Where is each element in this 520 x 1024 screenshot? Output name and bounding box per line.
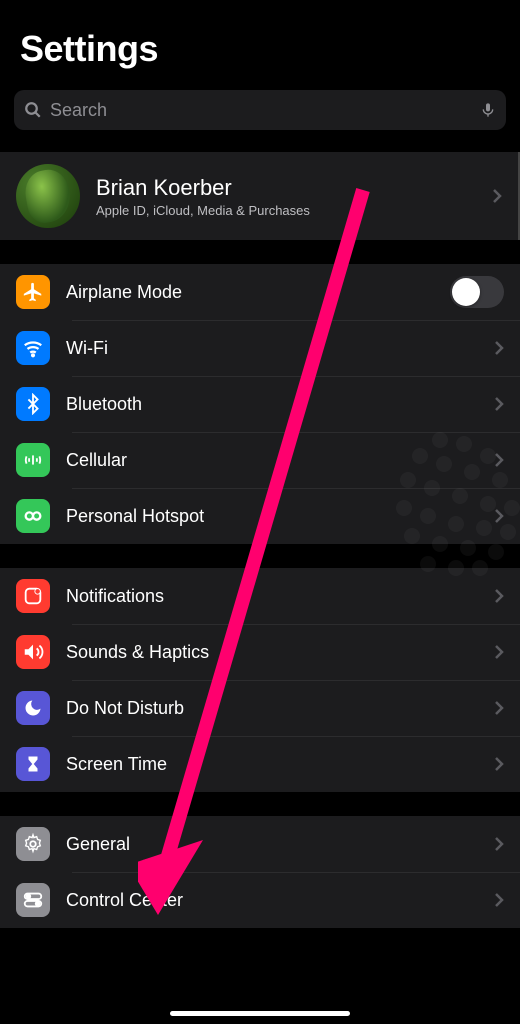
account-name: Brian Koerber [96, 175, 476, 201]
screentime-row[interactable]: Screen Time [0, 736, 520, 792]
chevron-right-icon [494, 588, 504, 604]
chevron-right-icon [494, 452, 504, 468]
search-icon [24, 101, 42, 119]
hotspot-icon [16, 499, 50, 533]
general-label: General [66, 834, 478, 855]
hotspot-row[interactable]: Personal Hotspot [0, 488, 520, 544]
airplane-icon [16, 275, 50, 309]
search-input[interactable] [50, 100, 472, 121]
notifications-label: Notifications [66, 586, 478, 607]
avatar [16, 164, 80, 228]
control-center-label: Control Center [66, 890, 478, 911]
notifications-section: Notifications Sounds & Haptics Do Not Di… [0, 568, 520, 792]
hotspot-label: Personal Hotspot [66, 506, 478, 527]
chevron-right-icon [492, 188, 502, 204]
chevron-right-icon [494, 756, 504, 772]
hourglass-icon [16, 747, 50, 781]
account-subtitle: Apple ID, iCloud, Media & Purchases [96, 203, 476, 218]
general-section: General Control Center [0, 816, 520, 928]
mic-icon[interactable] [480, 99, 496, 121]
wifi-label: Wi-Fi [66, 338, 478, 359]
connectivity-section: Airplane Mode Wi-Fi Bluetooth Cellular [0, 264, 520, 544]
sounds-label: Sounds & Haptics [66, 642, 478, 663]
control-center-row[interactable]: Control Center [0, 872, 520, 928]
account-row[interactable]: Brian Koerber Apple ID, iCloud, Media & … [0, 152, 520, 240]
bluetooth-row[interactable]: Bluetooth [0, 376, 520, 432]
wifi-row[interactable]: Wi-Fi [0, 320, 520, 376]
moon-icon [16, 691, 50, 725]
notifications-row[interactable]: Notifications [0, 568, 520, 624]
page-title: Settings [20, 28, 500, 70]
chevron-right-icon [494, 340, 504, 356]
chevron-right-icon [494, 836, 504, 852]
notifications-icon [16, 579, 50, 613]
cellular-row[interactable]: Cellular [0, 432, 520, 488]
cellular-icon [16, 443, 50, 477]
dnd-row[interactable]: Do Not Disturb [0, 680, 520, 736]
airplane-label: Airplane Mode [66, 282, 434, 303]
bluetooth-icon [16, 387, 50, 421]
gear-icon [16, 827, 50, 861]
home-indicator[interactable] [170, 1011, 350, 1016]
airplane-mode-row[interactable]: Airplane Mode [0, 264, 520, 320]
search-bar[interactable] [14, 90, 506, 130]
sounds-icon [16, 635, 50, 669]
airplane-toggle[interactable] [450, 276, 504, 308]
chevron-right-icon [494, 508, 504, 524]
toggles-icon [16, 883, 50, 917]
dnd-label: Do Not Disturb [66, 698, 478, 719]
screentime-label: Screen Time [66, 754, 478, 775]
settings-header: Settings [0, 0, 520, 82]
cellular-label: Cellular [66, 450, 478, 471]
account-text: Brian Koerber Apple ID, iCloud, Media & … [96, 175, 476, 218]
general-row[interactable]: General [0, 816, 520, 872]
chevron-right-icon [494, 644, 504, 660]
bluetooth-label: Bluetooth [66, 394, 478, 415]
chevron-right-icon [494, 700, 504, 716]
wifi-icon [16, 331, 50, 365]
sounds-row[interactable]: Sounds & Haptics [0, 624, 520, 680]
chevron-right-icon [494, 892, 504, 908]
chevron-right-icon [494, 396, 504, 412]
